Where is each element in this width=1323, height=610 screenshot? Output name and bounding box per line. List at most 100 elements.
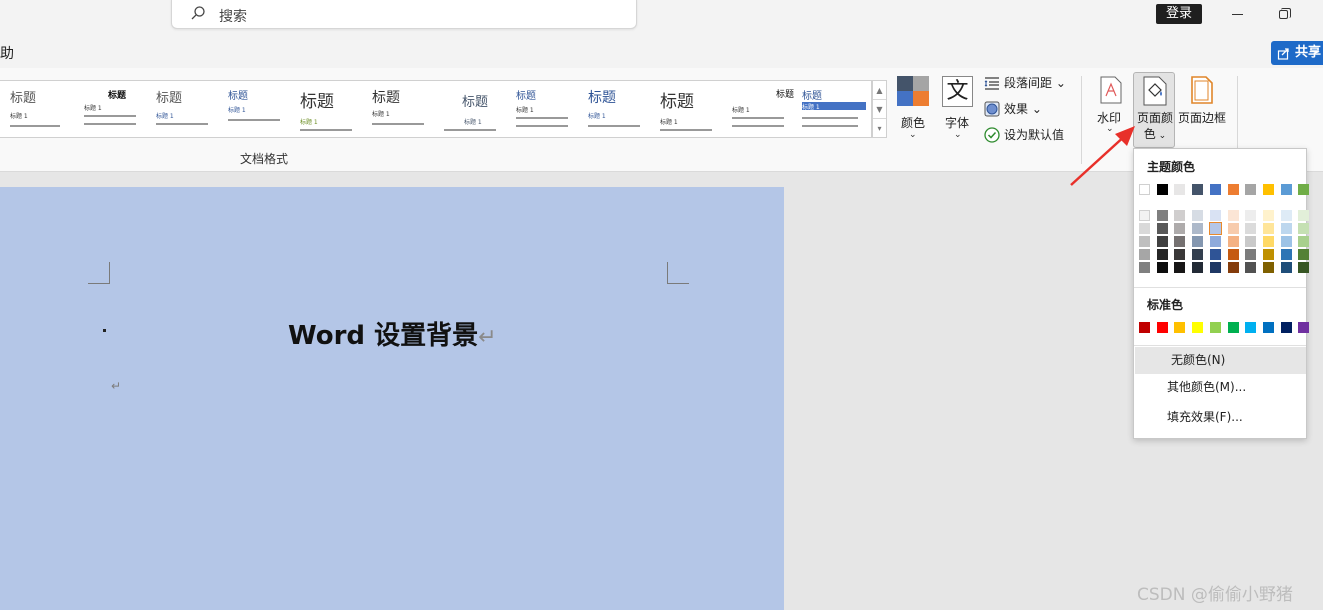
gallery-up-icon[interactable]: ▲ bbox=[873, 81, 886, 100]
style-set-item[interactable]: 标题 标题 1 bbox=[506, 81, 578, 137]
theme-color-shade-swatch[interactable] bbox=[1139, 223, 1150, 234]
standard-color-swatch[interactable] bbox=[1156, 322, 1168, 333]
theme-color-shade-swatch[interactable] bbox=[1209, 210, 1221, 221]
style-set-item[interactable]: 标题 标题 1 bbox=[146, 81, 218, 137]
theme-color-swatch[interactable] bbox=[1280, 184, 1292, 195]
standard-color-swatch[interactable] bbox=[1174, 322, 1186, 333]
theme-color-shade-swatch[interactable] bbox=[1298, 262, 1310, 273]
theme-color-shade-swatch[interactable] bbox=[1174, 236, 1186, 247]
theme-color-shade-swatch[interactable] bbox=[1262, 223, 1274, 234]
theme-color-shade-swatch[interactable] bbox=[1298, 210, 1310, 221]
theme-color-shade-swatch[interactable] bbox=[1139, 210, 1150, 221]
theme-color-swatch[interactable] bbox=[1192, 184, 1204, 195]
theme-color-shade-swatch[interactable] bbox=[1262, 249, 1274, 260]
theme-color-shade-swatch[interactable] bbox=[1298, 249, 1310, 260]
theme-color-shade-swatch[interactable] bbox=[1174, 262, 1186, 273]
document-heading[interactable]: Word 设置背景↵ bbox=[288, 315, 497, 352]
standard-color-swatch[interactable] bbox=[1139, 322, 1150, 333]
style-set-item[interactable]: 标题 标题 1 bbox=[0, 81, 74, 137]
theme-color-shade-swatch[interactable] bbox=[1280, 236, 1292, 247]
theme-color-shade-swatch[interactable] bbox=[1227, 236, 1239, 247]
theme-color-shade-swatch[interactable] bbox=[1139, 249, 1150, 260]
theme-color-shade-swatch[interactable] bbox=[1262, 236, 1274, 247]
theme-color-shade-swatch[interactable] bbox=[1156, 223, 1168, 234]
standard-color-swatch[interactable] bbox=[1209, 322, 1221, 333]
theme-color-shade-swatch[interactable] bbox=[1192, 249, 1204, 260]
gallery-down-icon[interactable]: ▼ bbox=[873, 100, 886, 119]
theme-color-shade-swatch[interactable] bbox=[1245, 210, 1257, 221]
theme-color-shade-swatch[interactable] bbox=[1139, 262, 1150, 273]
theme-color-shade-swatch[interactable] bbox=[1156, 210, 1168, 221]
theme-color-shade-swatch[interactable] bbox=[1174, 210, 1186, 221]
theme-color-shade-swatch[interactable] bbox=[1262, 262, 1274, 273]
minimize-button[interactable] bbox=[1226, 2, 1250, 26]
theme-color-shade-swatch[interactable] bbox=[1208, 222, 1222, 235]
theme-color-shade-swatch[interactable] bbox=[1280, 249, 1292, 260]
theme-color-shade-swatch[interactable] bbox=[1209, 262, 1221, 273]
no-color-menu-item[interactable]: 无颜色(N) bbox=[1135, 347, 1306, 374]
document-page[interactable]: Word 设置背景↵ ↵ bbox=[0, 187, 784, 610]
theme-color-shade-swatch[interactable] bbox=[1227, 210, 1239, 221]
standard-color-swatch[interactable] bbox=[1227, 322, 1239, 333]
gallery-more-icon[interactable]: ▾ bbox=[873, 119, 886, 138]
theme-color-shade-swatch[interactable] bbox=[1209, 249, 1221, 260]
theme-color-shade-swatch[interactable] bbox=[1245, 262, 1257, 273]
theme-color-shade-swatch[interactable] bbox=[1298, 223, 1310, 234]
theme-color-shade-swatch[interactable] bbox=[1280, 223, 1292, 234]
theme-color-shade-swatch[interactable] bbox=[1227, 223, 1239, 234]
standard-color-swatch[interactable] bbox=[1298, 322, 1310, 333]
theme-color-shade-swatch[interactable] bbox=[1227, 249, 1239, 260]
theme-color-swatch[interactable] bbox=[1245, 184, 1257, 195]
theme-color-swatch[interactable] bbox=[1156, 184, 1168, 195]
theme-color-swatch[interactable] bbox=[1174, 184, 1186, 195]
theme-color-shade-swatch[interactable] bbox=[1192, 236, 1204, 247]
style-set-item[interactable]: 标题 标题 1 bbox=[218, 81, 290, 137]
theme-color-swatch[interactable] bbox=[1298, 184, 1310, 195]
standard-color-swatch[interactable] bbox=[1192, 322, 1204, 333]
more-colors-menu-item[interactable]: 其他颜色(M)... bbox=[1135, 374, 1306, 401]
theme-color-shade-swatch[interactable] bbox=[1139, 236, 1150, 247]
style-set-item[interactable]: 标题 标题 1 bbox=[434, 81, 506, 137]
theme-color-shade-swatch[interactable] bbox=[1156, 262, 1168, 273]
share-button[interactable]: 共享 bbox=[1271, 41, 1323, 65]
theme-fonts-button[interactable]: 文 字体 ⌄ bbox=[940, 74, 974, 140]
theme-color-shade-swatch[interactable] bbox=[1280, 210, 1292, 221]
restore-button[interactable] bbox=[1272, 2, 1296, 26]
fill-effects-menu-item[interactable]: 填充效果(F)... bbox=[1135, 404, 1306, 431]
tab-help[interactable]: 助 bbox=[0, 43, 14, 63]
theme-color-shade-swatch[interactable] bbox=[1192, 223, 1204, 234]
theme-color-shade-swatch[interactable] bbox=[1156, 249, 1168, 260]
theme-color-shade-swatch[interactable] bbox=[1280, 262, 1292, 273]
style-set-item[interactable]: 标题 标题 1 bbox=[722, 81, 794, 137]
theme-color-swatch[interactable] bbox=[1227, 184, 1239, 195]
theme-color-shade-swatch[interactable] bbox=[1174, 223, 1186, 234]
style-set-item[interactable]: 标题 标题 1 bbox=[362, 81, 434, 137]
gallery-scroll[interactable]: ▲ ▼ ▾ bbox=[872, 80, 887, 138]
theme-color-shade-swatch[interactable] bbox=[1174, 249, 1186, 260]
style-set-item[interactable]: 标题 标题 1 bbox=[794, 81, 871, 137]
theme-color-swatch[interactable] bbox=[1209, 184, 1221, 195]
style-set-item[interactable]: 标题 标题 1 bbox=[578, 81, 650, 137]
standard-color-swatch[interactable] bbox=[1245, 322, 1257, 333]
theme-color-shade-swatch[interactable] bbox=[1192, 210, 1204, 221]
theme-color-shade-swatch[interactable] bbox=[1209, 236, 1221, 247]
standard-color-swatch[interactable] bbox=[1262, 322, 1274, 333]
theme-color-shade-swatch[interactable] bbox=[1245, 223, 1257, 234]
theme-color-swatch[interactable] bbox=[1262, 184, 1274, 195]
theme-color-shade-swatch[interactable] bbox=[1245, 236, 1257, 247]
style-set-item[interactable]: 标题 标题 1 bbox=[74, 81, 146, 137]
theme-color-shade-swatch[interactable] bbox=[1245, 249, 1257, 260]
style-set-item[interactable]: 标题 标题 1 bbox=[290, 81, 362, 137]
search-box[interactable]: 搜索 bbox=[171, 0, 637, 29]
page-borders-button[interactable]: 页面边框 bbox=[1178, 76, 1228, 136]
theme-color-shade-swatch[interactable] bbox=[1262, 210, 1274, 221]
standard-color-swatch[interactable] bbox=[1280, 322, 1292, 333]
theme-color-swatch[interactable] bbox=[1139, 184, 1150, 195]
theme-colors-button[interactable]: 颜色 ⌄ bbox=[895, 74, 931, 140]
theme-color-shade-swatch[interactable] bbox=[1298, 236, 1310, 247]
theme-color-shade-swatch[interactable] bbox=[1227, 262, 1239, 273]
theme-color-shade-swatch[interactable] bbox=[1192, 262, 1204, 273]
login-button[interactable]: 登录 bbox=[1156, 4, 1202, 24]
theme-color-shade-swatch[interactable] bbox=[1156, 236, 1168, 247]
style-set-item[interactable]: 标题 标题 1 bbox=[650, 81, 722, 137]
